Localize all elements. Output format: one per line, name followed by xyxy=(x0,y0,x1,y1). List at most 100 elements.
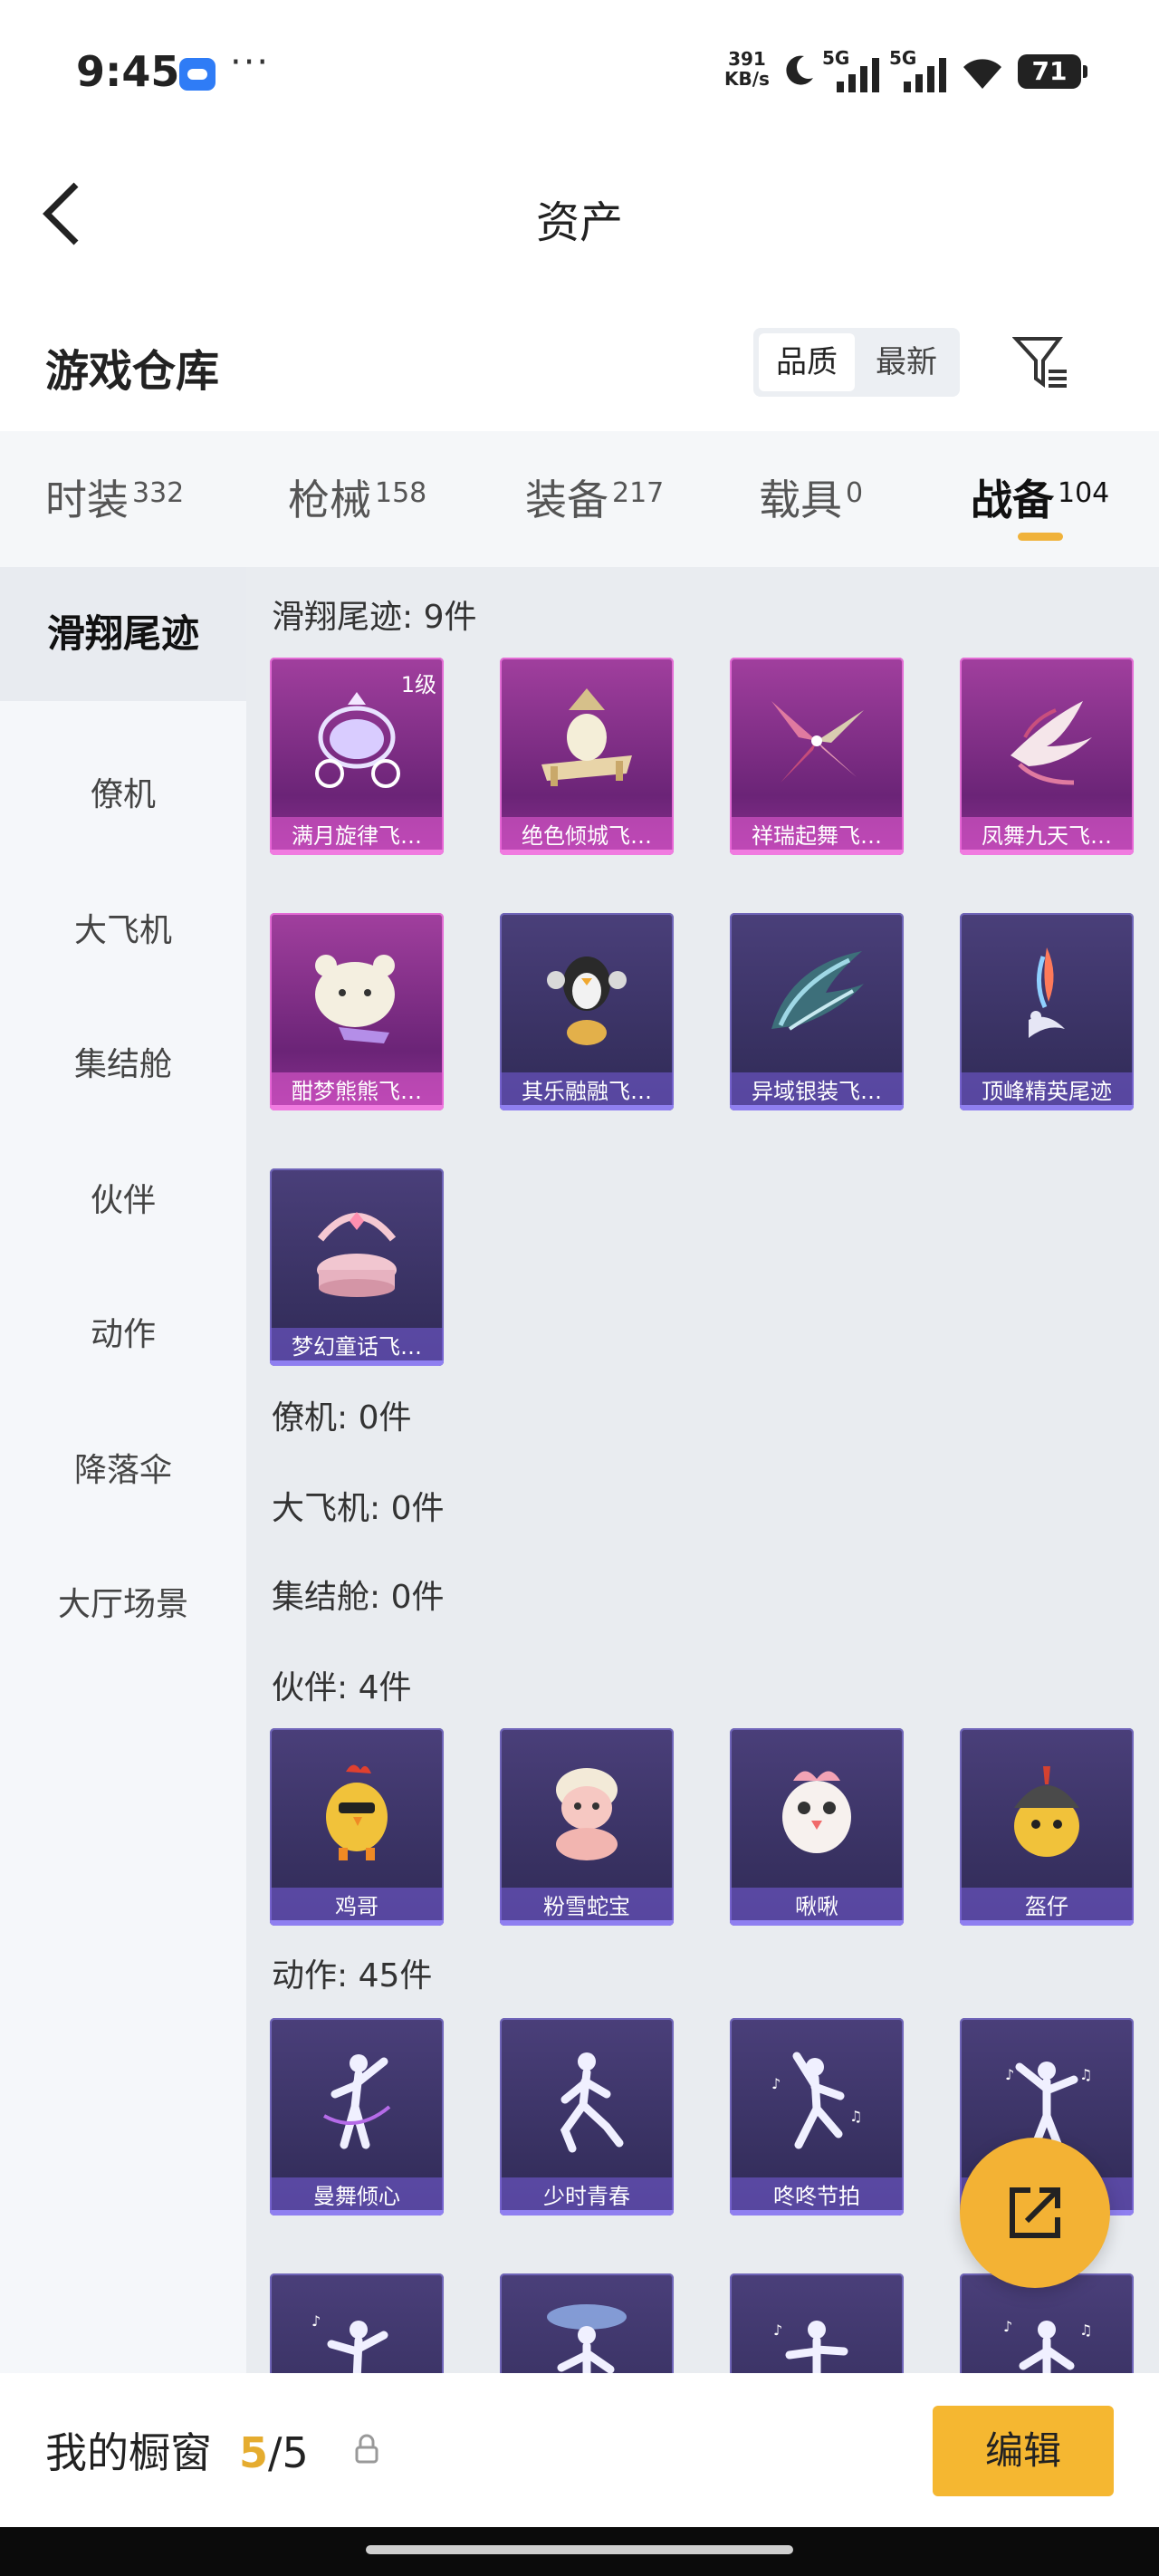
item-card[interactable]: 顶峰精英尾迹 xyxy=(960,913,1134,1110)
svg-text:♪: ♪ xyxy=(773,2321,782,2339)
sidebar-item-assembly-pod[interactable]: 集结舱 xyxy=(0,1038,246,1085)
group-title-glide: 滑翔尾迹: 9件 xyxy=(272,599,477,636)
item-card[interactable]: 盔仔 xyxy=(960,1728,1134,1926)
sidebar-item-partner[interactable]: 伙伴 xyxy=(0,1174,246,1221)
penguin-icon xyxy=(547,956,627,1045)
showcase-total: /5 xyxy=(268,2428,309,2477)
item-card[interactable]: ♪ ♫ xyxy=(960,2273,1134,2373)
item-quality-bar xyxy=(960,1920,1134,1926)
sidebar-item-wingman[interactable]: 僚机 xyxy=(0,768,246,815)
item-grid-area: 滑翔尾迹: 9件 1级 满月旋律飞… 绝色倾城飞… 祥瑞起舞飞… 凤舞九天飞… … xyxy=(246,567,1159,2373)
status-time: 9:45 xyxy=(76,47,180,96)
showcase-label: 我的橱窗 5/5 xyxy=(45,2420,309,2480)
share-external-icon xyxy=(1010,2187,1060,2238)
item-card[interactable] xyxy=(500,2273,674,2373)
group-title-partner: 伙伴: 4件 xyxy=(272,1669,412,1706)
item-quality-bar xyxy=(500,850,674,855)
showcase-bar: 我的橱窗 5/5 编辑 xyxy=(0,2373,1159,2527)
system-nav-bar xyxy=(0,2527,1159,2576)
tab-count: 0 xyxy=(846,477,864,509)
item-card[interactable]: 粉雪蛇宝 xyxy=(500,1728,674,1926)
svg-text:♪: ♪ xyxy=(1003,2318,1012,2335)
item-card[interactable]: 1级 满月旋律飞… xyxy=(270,658,444,855)
chick-pink-icon xyxy=(782,1771,851,1853)
item-card[interactable]: 曼舞倾心 xyxy=(270,2018,444,2216)
signal-icon: 5G xyxy=(822,47,884,92)
item-card[interactable]: 异域银装飞… xyxy=(730,913,904,1110)
tab-count: 158 xyxy=(375,477,427,509)
share-button[interactable] xyxy=(960,2138,1110,2288)
item-card[interactable]: 祥瑞起舞飞… xyxy=(730,658,904,855)
sidebar-item-big-plane[interactable]: 大飞机 xyxy=(0,904,246,951)
item-quality-bar xyxy=(270,850,444,855)
tab-combat-gear[interactable]: 战备 104 xyxy=(971,467,1109,527)
svg-text:♪: ♪ xyxy=(1005,2066,1014,2083)
item-card[interactable]: ♪ xyxy=(730,2273,904,2373)
item-quality-bar xyxy=(500,1920,674,1926)
active-tab-indicator xyxy=(1018,533,1063,541)
bed-icon xyxy=(541,688,632,786)
item-card[interactable]: 鸡哥 xyxy=(270,1728,444,1926)
item-card[interactable]: 酣梦熊熊飞… xyxy=(270,913,444,1110)
helmet-chick-icon xyxy=(1014,1766,1079,1857)
tab-fashion[interactable]: 时装 332 xyxy=(45,467,184,527)
sidebar-item-lobby-scene[interactable]: 大厅场景 xyxy=(0,1578,246,1625)
tab-count: 217 xyxy=(612,477,665,509)
svg-text:♫: ♫ xyxy=(849,2108,862,2125)
sort-quality-option[interactable]: 品质 xyxy=(759,333,855,391)
item-quality-bar xyxy=(270,1105,444,1110)
dance-pose-icon xyxy=(547,2304,627,2373)
status-bar: 9:45 ··· 391 KB/s 5G 5G 71 xyxy=(0,0,1159,145)
tab-label: 装备 xyxy=(525,476,608,524)
tab-label: 战备 xyxy=(971,476,1054,524)
phoenix-icon xyxy=(1011,701,1092,785)
item-card[interactable]: ♪ xyxy=(270,2273,444,2373)
wings-icon xyxy=(771,701,864,783)
item-card[interactable]: 少时青春 xyxy=(500,2018,674,2216)
sidebar-item-parachute[interactable]: 降落伞 xyxy=(0,1444,246,1491)
sort-newest-option[interactable]: 最新 xyxy=(858,333,954,391)
home-indicator[interactable] xyxy=(366,2545,793,2554)
item-quality-bar xyxy=(730,850,904,855)
lock-icon xyxy=(355,2434,378,2464)
carriage-icon xyxy=(315,692,400,788)
dance-pose-icon xyxy=(560,2052,624,2153)
dance-pose-icon xyxy=(323,2054,391,2149)
edit-button[interactable]: 编辑 xyxy=(933,2406,1114,2496)
item-card[interactable]: ♪ ♫ 咚咚节拍 xyxy=(730,2018,904,2216)
chicken-icon xyxy=(326,1764,388,1860)
svg-text:♪: ♪ xyxy=(311,2312,321,2330)
item-quality-bar xyxy=(960,850,1134,855)
cloud-icon xyxy=(179,58,216,91)
item-card[interactable]: 啾啾 xyxy=(730,1728,904,1926)
tab-label: 时装 xyxy=(45,476,129,524)
group-title-plane: 大飞机: 0件 xyxy=(272,1490,445,1527)
sidebar-item-emote[interactable]: 动作 xyxy=(0,1308,246,1355)
item-quality-bar xyxy=(500,2210,674,2216)
item-quality-bar xyxy=(730,1105,904,1110)
tab-vehicles[interactable]: 载具 0 xyxy=(759,467,863,527)
tab-label: 枪械 xyxy=(288,476,371,524)
category-tabs: 时装 332 枪械 158 装备 217 载具 0 战备 104 xyxy=(0,431,1159,567)
sidebar-item-glide-trail[interactable]: 滑翔尾迹 xyxy=(0,567,246,701)
item-card[interactable]: 其乐融融飞… xyxy=(500,913,674,1110)
tab-guns[interactable]: 枪械 158 xyxy=(288,467,426,527)
item-card[interactable]: 凤舞九天飞… xyxy=(960,658,1134,855)
flame-trail-icon xyxy=(1029,947,1065,1038)
filter-icon[interactable] xyxy=(1012,333,1070,391)
item-quality-bar xyxy=(270,1920,444,1926)
item-quality-bar xyxy=(960,1105,1134,1110)
dance-pose-icon: ♪ xyxy=(773,2321,848,2373)
more-dots-icon: ··· xyxy=(230,42,271,83)
tab-count: 332 xyxy=(132,477,185,509)
snow-snake-icon xyxy=(556,1768,618,1860)
group-title-pod: 集结舱: 0件 xyxy=(272,1579,445,1616)
item-card[interactable]: 梦幻童话飞… xyxy=(270,1168,444,1366)
net-speed-value: 391 xyxy=(728,48,766,70)
tab-equipment[interactable]: 装备 217 xyxy=(525,467,664,527)
item-card[interactable]: 绝色倾城飞… xyxy=(500,658,674,855)
net-speed: 391 KB/s xyxy=(724,49,770,89)
group-title-emote: 动作: 45件 xyxy=(272,1957,433,1994)
showcase-count: 5 xyxy=(239,2428,269,2477)
item-quality-bar xyxy=(730,1920,904,1926)
